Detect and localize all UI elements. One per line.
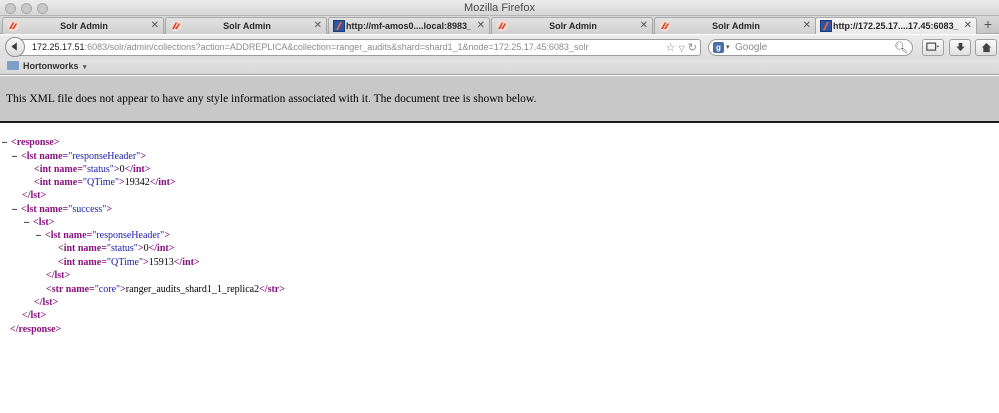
search-engine-dropdown-icon[interactable]: ▾ (726, 43, 730, 51)
tab-close-icon[interactable]: ✕ (151, 20, 159, 31)
collapse-toggle[interactable]: – (36, 230, 41, 241)
tab-label: Solr Admin (60, 21, 108, 31)
tab-label: Solr Admin (712, 21, 760, 31)
xml-line-lst-close-inner: </lst> (46, 270, 71, 281)
collapse-toggle[interactable]: – (12, 204, 17, 215)
qtime-value: 15913 (148, 257, 174, 268)
tab-close-icon[interactable]: ✕ (803, 20, 811, 31)
bookmark-folder-hortonworks[interactable]: Hortonworks ▾ (7, 61, 87, 71)
xml-line-lst-success: – <lst name="success"> (12, 204, 113, 215)
xml-line-lst-responseheader-inner: – <lst name="responseHeader"> (36, 230, 170, 241)
xml-line-response-open: – <response> (2, 137, 60, 148)
url-host: 172.25.17.51 (32, 42, 85, 52)
xml-line-lst-close: </lst> (22, 190, 47, 201)
back-button[interactable] (5, 37, 25, 57)
qtime-value: 19342 (124, 177, 150, 188)
search-bar[interactable]: g ▾ Google 🔍︎ (708, 39, 913, 56)
url-path: :6083/solr/admin/collections?action=ADDR… (84, 42, 589, 52)
tab-strip: Solr Admin ✕ Solr Admin ✕ http://mf-amos… (0, 16, 999, 34)
xml-line-response-close: </response> (10, 324, 62, 335)
xml-notice-text: This XML file does not appear to have an… (6, 93, 537, 105)
core-value: ranger_audits_shard1_1_replica2 (125, 284, 260, 295)
url-bar-icons: ☆ ▽ ↻ (666, 41, 697, 54)
collapse-toggle[interactable]: – (12, 151, 17, 162)
tab-close-icon[interactable]: ✕ (477, 20, 485, 31)
screen-button[interactable] (922, 39, 944, 56)
tab-label: Solr Admin (549, 21, 597, 31)
url-text[interactable]: 172.25.17.51:6083/solr/admin/collections… (32, 42, 588, 52)
bookmark-folder-label: Hortonworks (23, 61, 79, 71)
bookmarks-toolbar: Hortonworks ▾ (0, 59, 999, 75)
solr-icon (170, 20, 182, 32)
collapse-toggle[interactable]: – (2, 137, 7, 148)
reload-icon[interactable]: ↻ (688, 42, 697, 54)
doc-icon (820, 20, 832, 32)
search-icon[interactable]: 🔍︎ (894, 41, 908, 54)
tab-solr-admin-1[interactable]: Solr Admin ✕ (2, 17, 164, 34)
navigation-toolbar: 172.25.17.51:6083/solr/admin/collections… (0, 35, 999, 59)
tab-solr-admin-3[interactable]: Solr Admin ✕ (491, 17, 653, 34)
xml-line-qtime-inner: <int name="QTime">15913</int> (58, 257, 200, 268)
tab-172-url-active[interactable]: http://172.25.17....17.45:6083_solr ✕ (815, 17, 977, 34)
home-button[interactable] (975, 39, 997, 56)
tab-label: http://172.25.17....17.45:6083_solr (833, 21, 958, 31)
folder-icon (7, 61, 19, 70)
tab-label: http://mf-amos0....local:8983_solr (346, 21, 471, 31)
tab-mf-amos-url[interactable]: http://mf-amos0....local:8983_solr ✕ (328, 17, 490, 34)
tab-close-icon[interactable]: ✕ (314, 20, 322, 31)
xml-line-qtime: <int name="QTime">19342</int> (34, 177, 176, 188)
xml-line-lst-close-2: </lst> (34, 297, 59, 308)
xml-line-status-inner: <int name="status">0</int> (58, 243, 175, 254)
xml-line-status: <int name="status">0</int> (34, 164, 151, 175)
download-arrow-icon (955, 42, 965, 52)
xml-style-notice: This XML file does not appear to have an… (0, 76, 999, 123)
bookmark-star-icon[interactable]: ☆ (666, 42, 676, 54)
back-arrow-icon (11, 42, 17, 51)
solr-icon (7, 20, 19, 32)
doc-icon (333, 20, 345, 32)
xml-line-lst-open: – <lst> (24, 217, 55, 228)
new-tab-button[interactable]: + (979, 17, 997, 33)
tab-label: Solr Admin (223, 21, 271, 31)
home-icon (981, 42, 991, 53)
xml-line-lst-responseheader: – <lst name="responseHeader"> (12, 151, 146, 162)
window-title: Mozilla Firefox (464, 2, 535, 14)
search-input[interactable]: Google (735, 42, 767, 53)
solr-icon (659, 20, 671, 32)
solr-icon (496, 20, 508, 32)
tab-solr-admin-2[interactable]: Solr Admin ✕ (165, 17, 327, 34)
tab-close-icon[interactable]: ✕ (640, 20, 648, 31)
screen-icon (926, 42, 940, 51)
tab-close-icon[interactable]: ✕ (964, 20, 972, 31)
dropdown-arrow-icon[interactable]: ▽ (679, 44, 685, 53)
collapse-toggle[interactable]: – (24, 217, 29, 228)
google-icon[interactable]: g (713, 42, 724, 53)
chevron-down-icon: ▾ (83, 64, 87, 71)
downloads-button[interactable] (949, 39, 971, 56)
url-bar[interactable]: 172.25.17.51:6083/solr/admin/collections… (16, 39, 701, 56)
window-titlebar: Mozilla Firefox (0, 0, 999, 16)
xml-line-lst-close-3: </lst> (22, 310, 47, 321)
xml-line-core: <str name="core">ranger_audits_shard1_1_… (46, 284, 285, 295)
tab-solr-admin-4[interactable]: Solr Admin ✕ (654, 17, 816, 34)
